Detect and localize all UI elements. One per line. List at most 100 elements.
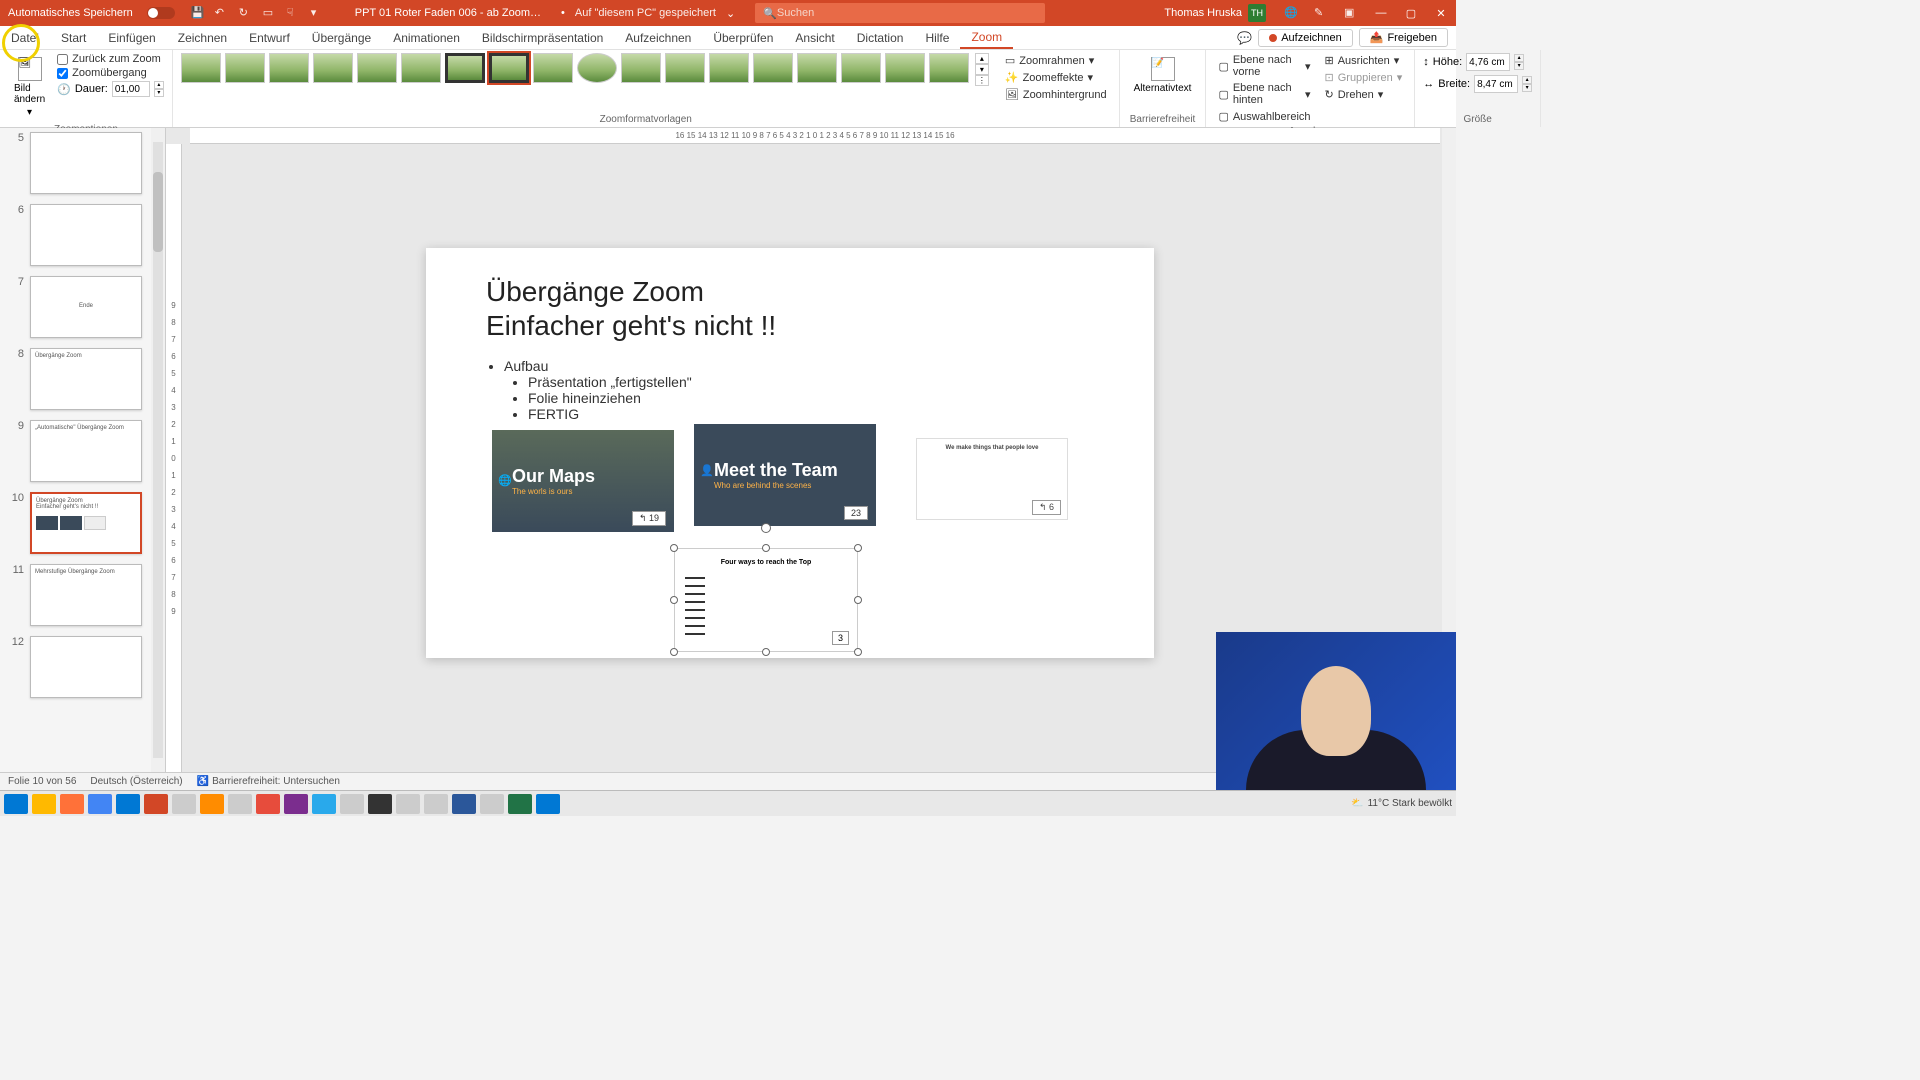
app-icon[interactable] <box>340 794 364 814</box>
resize-handle[interactable] <box>670 596 678 604</box>
tab-entwurf[interactable]: Entwurf <box>238 26 301 49</box>
redo-icon[interactable]: ↻ <box>239 6 253 20</box>
globe-icon[interactable]: 🌐 <box>1284 6 1298 20</box>
tab-ansicht[interactable]: Ansicht <box>784 26 845 49</box>
style-thumb[interactable] <box>929 53 969 83</box>
style-thumb[interactable] <box>445 53 485 83</box>
tab-start[interactable]: Start <box>50 26 97 49</box>
zoom-tile-things[interactable]: We make things that people love ↰ 6 <box>916 438 1068 520</box>
tab-zoom[interactable]: Zoom <box>960 26 1013 49</box>
tab-einfuegen[interactable]: Einfügen <box>97 26 166 49</box>
slide-thumb-11[interactable]: Mehrstufige Übergänge Zoom <box>30 564 142 626</box>
weather-widget[interactable]: ⛅11°C Stark bewölkt <box>1351 798 1452 809</box>
ebene-vorne-button[interactable]: ▢ Ebene nach vorne ▾ <box>1214 53 1314 79</box>
ebene-hinten-button[interactable]: ▢ Ebene nach hinten ▾ <box>1214 81 1314 107</box>
slide-thumb-7[interactable]: Ende <box>30 276 142 338</box>
ribbon-display-icon[interactable]: ▣ <box>1344 6 1358 20</box>
chrome-icon[interactable] <box>88 794 112 814</box>
ausrichten-button[interactable]: ⊞ Ausrichten ▾ <box>1321 53 1407 68</box>
qat-more-icon[interactable]: ▾ <box>311 6 325 20</box>
resize-handle[interactable] <box>762 648 770 656</box>
slide-thumb-10-selected[interactable]: Übergänge ZoomEinfacher geht's nicht !! <box>30 492 142 554</box>
autosave-toggle[interactable] <box>147 7 175 19</box>
vlc-icon[interactable] <box>200 794 224 814</box>
resize-handle[interactable] <box>854 648 862 656</box>
style-thumb[interactable] <box>357 53 397 83</box>
thumb-scrollbar[interactable] <box>151 128 165 772</box>
slideshow-icon[interactable]: ▭ <box>263 6 277 20</box>
zoomrahmen-button[interactable]: ▭Zoomrahmen ▾ <box>1001 53 1111 68</box>
app-icon[interactable] <box>480 794 504 814</box>
app-icon[interactable] <box>396 794 420 814</box>
tab-animationen[interactable]: Animationen <box>382 26 471 49</box>
style-thumb[interactable] <box>269 53 309 83</box>
app-icon[interactable] <box>256 794 280 814</box>
touch-icon[interactable]: ☟ <box>287 6 301 20</box>
zoomeffekte-button[interactable]: ✨Zoomeffekte ▾ <box>1001 70 1111 85</box>
style-thumb[interactable] <box>533 53 573 83</box>
tab-uebergaenge[interactable]: Übergänge <box>301 26 382 49</box>
style-thumb[interactable] <box>797 53 837 83</box>
ink-icon[interactable]: ✎ <box>1314 6 1328 20</box>
style-thumb[interactable] <box>621 53 661 83</box>
obs-icon[interactable] <box>368 794 392 814</box>
excel-icon[interactable] <box>508 794 532 814</box>
resize-handle[interactable] <box>854 596 862 604</box>
dauer-input[interactable] <box>112 81 150 97</box>
slide-thumb-5[interactable] <box>30 132 142 194</box>
style-thumb[interactable] <box>709 53 749 83</box>
slide-thumb-12[interactable] <box>30 636 142 698</box>
aufzeichnen-button[interactable]: Aufzeichnen <box>1258 29 1353 47</box>
resize-handle[interactable] <box>670 648 678 656</box>
slide-canvas[interactable]: Übergänge Zoom Einfacher geht's nicht !!… <box>426 248 1154 658</box>
slide-thumb-9[interactable]: „Automatische" Übergänge Zoom <box>30 420 142 482</box>
telegram-icon[interactable] <box>312 794 336 814</box>
zurueck-zoom-checkbox[interactable]: Zurück zum Zoom <box>57 53 164 65</box>
style-thumb[interactable] <box>665 53 705 83</box>
breite-spinner[interactable]: ▴▾ <box>1522 76 1532 92</box>
firefox-icon[interactable] <box>60 794 84 814</box>
auswahlbereich-button[interactable]: ▢ Auswahlbereich <box>1214 109 1314 124</box>
outlook-icon[interactable] <box>116 794 140 814</box>
zoom-tile-team[interactable]: 👤 Meet the Team Who are behind the scene… <box>694 424 876 526</box>
saved-dropdown-icon[interactable]: ⌄ <box>726 7 735 20</box>
tab-bildschirm[interactable]: Bildschirmpräsentation <box>471 26 614 49</box>
style-thumb[interactable] <box>841 53 881 83</box>
app-icon[interactable] <box>424 794 448 814</box>
style-thumb[interactable] <box>225 53 265 83</box>
tab-datei[interactable]: Datei <box>0 26 50 49</box>
slide-thumb-8[interactable]: Übergänge Zoom <box>30 348 142 410</box>
style-thumb[interactable] <box>753 53 793 83</box>
style-thumb[interactable] <box>401 53 441 83</box>
powerpoint-icon[interactable] <box>144 794 168 814</box>
minimize-button[interactable]: — <box>1366 7 1396 20</box>
accessibility-status[interactable]: ♿Barrierefreiheit: Untersuchen <box>197 776 340 787</box>
resize-handle[interactable] <box>854 544 862 552</box>
comments-icon[interactable]: 💬 <box>1237 31 1252 45</box>
save-icon[interactable]: 💾 <box>191 6 205 20</box>
undo-icon[interactable]: ↶ <box>215 6 229 20</box>
breite-input[interactable] <box>1474 75 1518 93</box>
alternativtext-button[interactable]: 📝 Alternativtext <box>1128 53 1198 98</box>
tab-hilfe[interactable]: Hilfe <box>914 26 960 49</box>
tab-dictation[interactable]: Dictation <box>846 26 915 49</box>
bild-aendern-button[interactable]: 🖼 Bild ändern▾ <box>8 53 51 122</box>
maximize-button[interactable]: ▢ <box>1396 7 1426 20</box>
selected-zoom-object[interactable]: Four ways to reach the Top 3 <box>674 548 858 652</box>
hoehe-spinner[interactable]: ▴▾ <box>1514 54 1524 70</box>
hoehe-input[interactable] <box>1466 53 1510 71</box>
style-thumb-selected[interactable] <box>489 53 529 83</box>
zoomhintergrund-button[interactable]: 🖼Zoomhintergrund <box>1001 87 1111 102</box>
slide-thumb-6[interactable] <box>30 204 142 266</box>
zoomuebergang-checkbox[interactable]: Zoomübergang <box>57 67 164 79</box>
style-thumb[interactable] <box>885 53 925 83</box>
onenote-icon[interactable] <box>284 794 308 814</box>
slide-counter[interactable]: Folie 10 von 56 <box>8 776 76 787</box>
gallery-scroll[interactable]: ▴▾⋮ <box>975 53 989 86</box>
app-icon[interactable] <box>172 794 196 814</box>
resize-handle[interactable] <box>762 544 770 552</box>
dauer-spinner[interactable]: ▴▾ <box>154 81 164 97</box>
zoom-styles-gallery[interactable] <box>181 53 969 83</box>
thumbnail-pane[interactable]: 5 6 7Ende 8Übergänge Zoom 9„Automatische… <box>0 128 166 772</box>
resize-handle[interactable] <box>670 544 678 552</box>
